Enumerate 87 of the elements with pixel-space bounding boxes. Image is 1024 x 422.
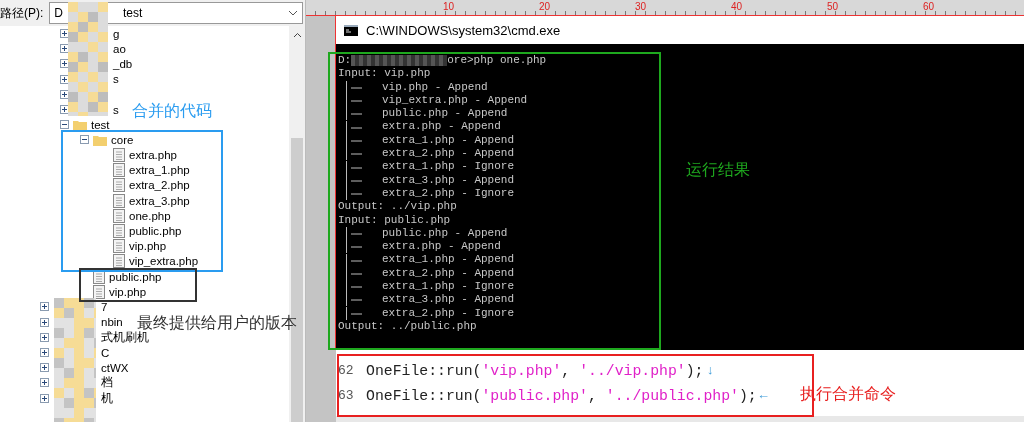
console-icon: [344, 24, 358, 36]
tree-item[interactable]: test: [91, 118, 110, 131]
tree-item[interactable]: public.php: [109, 270, 162, 283]
tree-item[interactable]: extra_2.php: [129, 179, 190, 192]
expand-icon[interactable]: [40, 317, 49, 327]
file-icon: [113, 178, 125, 193]
final-version-note: 最终提供给用户的版本: [137, 313, 297, 331]
tree-item[interactable]: s: [113, 103, 119, 116]
folder-icon: [93, 133, 107, 146]
tree-item[interactable]: _db: [113, 57, 133, 70]
console-line: D:: [338, 54, 352, 68]
line-number: 63: [337, 388, 355, 403]
tree-item[interactable]: g: [113, 27, 120, 40]
ruler-label: 50: [825, 0, 838, 14]
console-line: Output: ../vip.php: [338, 200, 457, 214]
tree-item[interactable]: extra_3.php: [129, 194, 190, 207]
tree-item[interactable]: nbin: [101, 316, 123, 329]
ruler-label: 30: [633, 0, 646, 14]
console-line: public.php - Append: [382, 226, 508, 241]
tree-item[interactable]: vip_extra.php: [129, 255, 199, 268]
tree-item[interactable]: extra_1.php: [129, 164, 190, 177]
console-line: ore>php one.php: [447, 54, 547, 68]
file-icon: [113, 224, 125, 239]
expand-icon[interactable]: [40, 363, 49, 373]
tree-item[interactable]: core: [111, 133, 134, 146]
console-line: extra.php - Append: [382, 240, 501, 254]
tree-item[interactable]: ao: [113, 42, 126, 55]
console-line: vip_extra.php - Append: [382, 93, 528, 108]
caret-icon: [288, 10, 298, 16]
tree-item[interactable]: one.php: [129, 209, 171, 222]
tree-item[interactable]: public.php: [129, 225, 182, 238]
code-line: OneFile::run('public.php', '../public.php');: [366, 387, 757, 404]
console-line: extra_1.php - Append: [382, 133, 515, 148]
tree-item[interactable]: vip.php: [129, 240, 167, 253]
code-line: OneFile::run('vip.php', '../vip.php');: [366, 362, 704, 379]
console-line: extra.php - Append: [382, 120, 501, 134]
file-icon: [113, 193, 125, 208]
tree-item[interactable]: 机: [101, 390, 113, 406]
console-line: extra_1.php - Ignore: [382, 160, 515, 174]
expand-icon[interactable]: [40, 393, 49, 403]
merged-code-note: 合并的代码: [132, 101, 212, 121]
expand-icon[interactable]: [40, 332, 49, 342]
line-end-mark: ←: [759, 388, 768, 403]
console-line: extra_1.php - Append: [382, 253, 515, 267]
tree-item[interactable]: C: [101, 346, 110, 359]
file-icon: [113, 254, 125, 269]
console-line: extra_2.php - Ignore: [382, 306, 515, 320]
tree-item[interactable]: s: [113, 73, 119, 86]
collapse-icon[interactable]: [80, 135, 89, 145]
folder-icon: [73, 118, 87, 131]
console-line: extra_1.php - Ignore: [382, 280, 515, 294]
tree-item[interactable]: 7: [101, 300, 108, 313]
window-title: C:\WINDOWS\system32\cmd.exe: [366, 22, 561, 38]
file-icon: [113, 208, 125, 223]
line-end-mark: ↓: [706, 363, 715, 378]
console-line: vip.php - Append: [382, 80, 488, 94]
console-line: extra_2.php - Append: [382, 266, 515, 281]
file-icon: [113, 148, 125, 163]
file-icon: [113, 239, 125, 254]
console-line: extra_2.php - Ignore: [382, 186, 515, 201]
tree-item[interactable]: 式机刷机: [101, 329, 149, 345]
expand-icon[interactable]: [40, 302, 49, 312]
scroll-up-icon[interactable]: [292, 32, 302, 38]
console-line: Input: public.php: [338, 213, 451, 227]
collapse-icon[interactable]: [60, 120, 69, 130]
console-line: extra_3.php - Append: [382, 293, 515, 307]
ruler-label: 60: [921, 0, 934, 14]
tree-item[interactable]: 档: [101, 375, 113, 391]
tree-item[interactable]: ctWX: [101, 361, 129, 374]
ruler-label: 10: [441, 0, 454, 14]
tree-item[interactable]: vip.php: [109, 285, 147, 298]
ruler-label: 20: [537, 0, 550, 14]
file-icon: [113, 163, 125, 178]
expand-icon[interactable]: [40, 348, 49, 358]
console-line: Output: ../public.php: [338, 319, 477, 334]
file-icon: [93, 269, 105, 284]
path-label: 路径(P):: [0, 4, 44, 22]
line-number: 62: [337, 363, 355, 378]
expand-icon[interactable]: [40, 378, 49, 388]
console-line: Input: vip.php: [338, 67, 431, 81]
console-line: extra_2.php - Append: [382, 147, 515, 161]
file-icon: [93, 284, 105, 299]
console-line: extra_3.php - Append: [382, 173, 515, 187]
ruler-label: 40: [729, 0, 742, 14]
console-line: public.php - Append: [382, 107, 508, 121]
tree-item[interactable]: extra.php: [129, 149, 177, 162]
run-result-note: 运行结果: [686, 160, 750, 180]
